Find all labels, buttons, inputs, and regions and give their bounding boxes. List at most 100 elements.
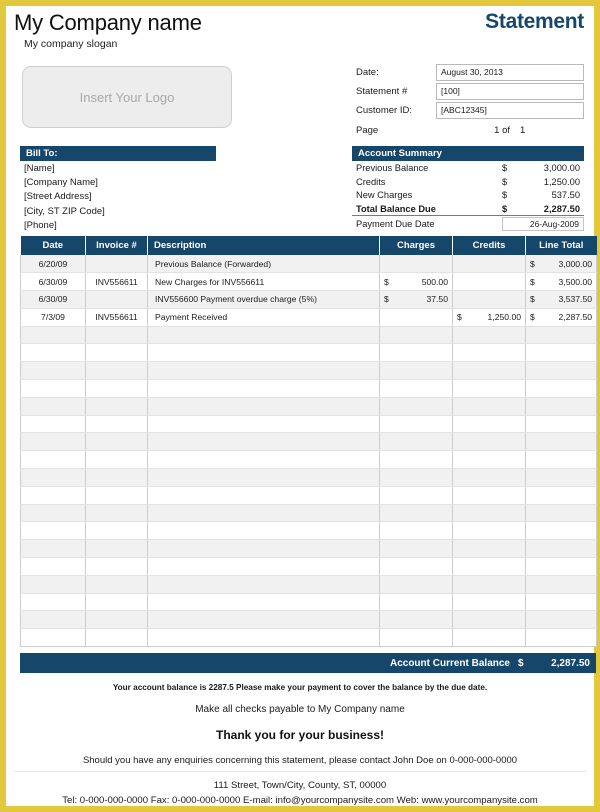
bill-to-line[interactable]: [City, ST ZIP Code] [20,205,216,219]
cell-line-total[interactable] [525,326,597,345]
cell-credits[interactable] [452,610,526,630]
cell-line-total[interactable] [525,415,597,434]
cell-invoice[interactable] [85,593,148,612]
cell-line-total[interactable] [525,379,597,398]
cell-description[interactable] [147,415,380,434]
cell-description[interactable] [147,575,380,594]
cell-description[interactable] [147,557,380,576]
cell-charges[interactable] [379,450,453,470]
cell-charges[interactable] [379,432,453,452]
cell-invoice[interactable] [85,432,148,452]
column-header-credits[interactable]: Credits [452,236,526,255]
cell-description[interactable] [147,539,380,559]
cell-description[interactable] [147,593,380,612]
cell-charges[interactable] [379,308,453,327]
cell-charges[interactable] [379,521,453,541]
cell-description[interactable] [147,361,380,381]
cell-description[interactable] [147,504,380,523]
table-row-empty[interactable] [20,450,597,470]
cell-credits[interactable] [452,468,526,487]
cell-charges[interactable] [379,504,453,523]
cell-date[interactable] [20,326,86,345]
table-row-empty[interactable] [20,397,597,416]
cell-description[interactable] [147,326,380,345]
cell-line-total[interactable]: $3,500.00 [525,272,597,292]
column-header-charges[interactable]: Charges [379,236,453,255]
cell-line-total[interactable] [525,450,597,470]
cell-charges[interactable] [379,255,453,274]
table-row-empty[interactable] [20,326,597,345]
cell-line-total[interactable] [525,610,597,630]
table-row-empty[interactable] [20,610,597,630]
cell-invoice[interactable] [85,468,148,487]
cell-credits[interactable] [452,272,526,292]
cell-charges[interactable] [379,468,453,487]
cell-charges[interactable] [379,415,453,434]
table-row-empty[interactable] [20,628,597,648]
customer-id-field[interactable]: [ABC12345] [436,101,584,119]
cell-date[interactable] [20,575,86,594]
cell-line-total[interactable] [525,432,597,452]
cell-line-total[interactable] [525,486,597,505]
cell-credits[interactable] [452,379,526,398]
cell-line-total[interactable] [525,593,597,612]
cell-line-total[interactable]: $2,287.50 [525,308,597,327]
cell-line-total[interactable]: $3,537.50 [525,290,597,309]
cell-credits[interactable] [452,539,526,559]
cell-date[interactable] [20,521,86,541]
cell-date[interactable] [20,468,86,487]
table-row-empty[interactable] [20,468,597,487]
cell-credits[interactable] [452,343,526,363]
cell-credits[interactable] [452,504,526,523]
cell-credits[interactable] [452,628,526,648]
cell-date[interactable]: 7/3/09 [20,308,86,327]
cell-description[interactable]: INV556600 Payment overdue charge (5%) [147,290,380,309]
cell-invoice[interactable] [85,379,148,398]
cell-invoice[interactable] [85,628,148,648]
table-row[interactable]: 6/30/09 INV556600 Payment overdue charge … [20,290,597,309]
column-header-invoice[interactable]: Invoice # [85,236,148,255]
cell-charges[interactable] [379,343,453,363]
cell-charges[interactable] [379,610,453,630]
table-row[interactable]: 7/3/09 INV556611 Payment Received $1,250.00… [20,308,597,327]
cell-date[interactable] [20,450,86,470]
cell-invoice[interactable] [85,539,148,559]
cell-date[interactable] [20,432,86,452]
table-row-empty[interactable] [20,486,597,505]
cell-date[interactable] [20,539,86,559]
cell-invoice[interactable] [85,290,148,309]
payment-due-date-field[interactable]: 26-Aug-2009 [502,216,584,231]
cell-line-total[interactable] [525,504,597,523]
bill-to-line[interactable]: [Name] [20,162,216,176]
cell-date[interactable] [20,397,86,416]
cell-charges[interactable] [379,539,453,559]
cell-credits[interactable] [452,290,526,309]
cell-credits[interactable] [452,326,526,345]
cell-charges[interactable] [379,397,453,416]
cell-description[interactable] [147,486,380,505]
cell-charges[interactable] [379,557,453,576]
cell-credits[interactable] [452,557,526,576]
cell-credits[interactable] [452,450,526,470]
cell-charges[interactable] [379,361,453,381]
cell-date[interactable] [20,361,86,381]
cell-description[interactable] [147,397,380,416]
cell-date[interactable] [20,593,86,612]
cell-date[interactable]: 6/30/09 [20,272,86,292]
cell-line-total[interactable]: $3,000.00 [525,255,597,274]
table-row-empty[interactable] [20,361,597,381]
cell-date[interactable] [20,379,86,398]
cell-description[interactable] [147,521,380,541]
statement-number-field[interactable]: [100] [436,82,584,100]
cell-date[interactable]: 6/20/09 [20,255,86,274]
logo-placeholder[interactable]: Insert Your Logo [22,66,232,128]
cell-date[interactable] [20,628,86,648]
cell-invoice[interactable] [85,575,148,594]
cell-date[interactable] [20,486,86,505]
cell-line-total[interactable] [525,468,597,487]
cell-invoice[interactable] [85,610,148,630]
cell-credits[interactable]: $1,250.00 [452,308,526,327]
column-header-description[interactable]: Description [147,236,380,255]
table-row-empty[interactable] [20,575,597,594]
bill-to-line[interactable]: [Company Name] [20,176,216,190]
